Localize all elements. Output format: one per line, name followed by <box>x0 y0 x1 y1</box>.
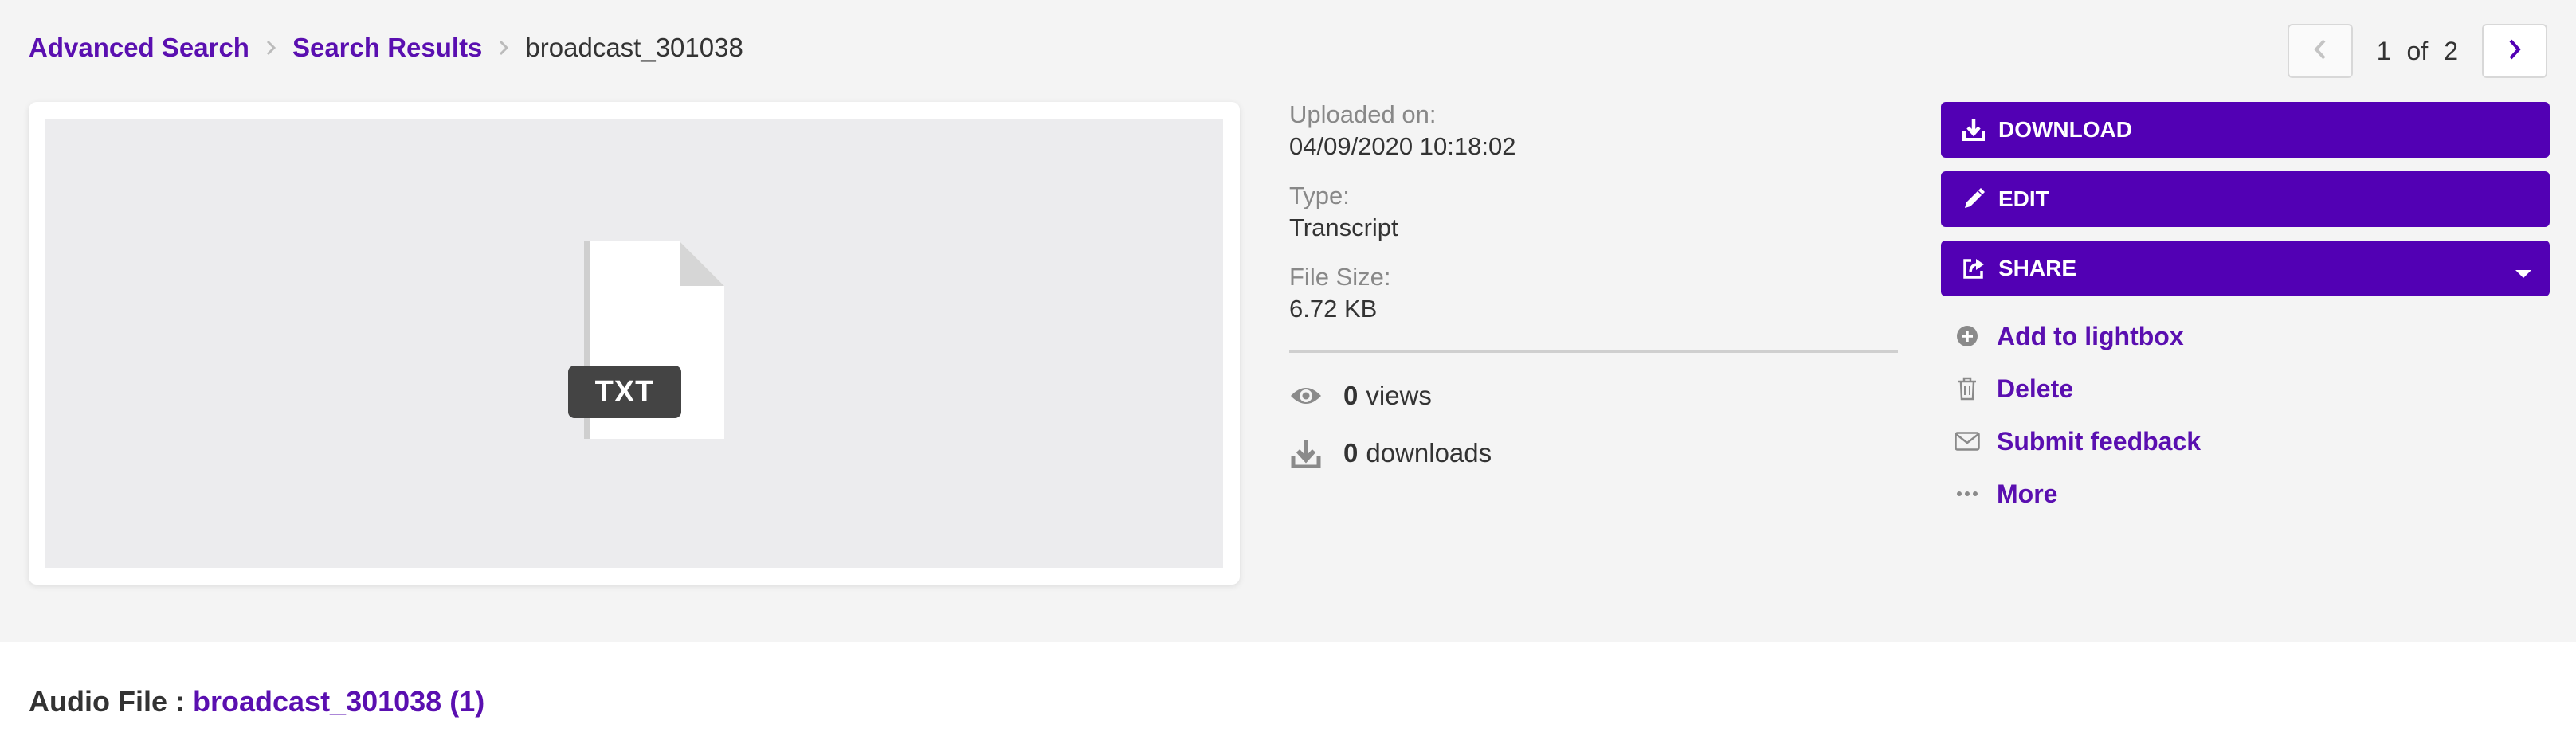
more-link[interactable]: More <box>1941 468 2550 520</box>
page-indicator: 1 of 2 <box>2353 37 2482 66</box>
preview-card: TXT <box>29 102 1240 585</box>
submit-feedback-link[interactable]: Submit feedback <box>1941 415 2550 468</box>
more-label: More <box>1997 479 2058 508</box>
submit-feedback-label: Submit feedback <box>1997 426 2202 456</box>
file-metadata: Uploaded on: 04/09/2020 10:18:02 Type: T… <box>1289 99 1898 343</box>
page-of: of <box>2406 36 2429 65</box>
eye-icon <box>1289 379 1323 413</box>
download-button[interactable]: DOWNLOAD <box>1941 102 2550 158</box>
breadcrumb: Advanced Search Search Results broadcast… <box>29 24 743 72</box>
page-current: 1 <box>2376 36 2391 65</box>
top-bar: Advanced Search Search Results broadcast… <box>29 24 2547 78</box>
downloads-stat: 0 downloads <box>1289 436 1492 470</box>
file-size-value: 6.72 KB <box>1289 295 1378 323</box>
download-icon <box>1960 116 1987 143</box>
chevron-right-icon <box>2507 38 2522 65</box>
delete-label: Delete <box>1997 374 2074 403</box>
views-stat: 0 views <box>1289 379 1432 413</box>
chevron-right-icon <box>482 24 525 72</box>
related-audio-file: Audio File : broadcast_301038 (1) <box>29 685 484 718</box>
edit-button[interactable]: EDIT <box>1941 171 2550 227</box>
breadcrumb-current: broadcast_301038 <box>525 33 743 62</box>
actions-panel: DOWNLOAD EDIT SHARE Add to lightbox Dele… <box>1941 102 2550 520</box>
add-to-lightbox-label: Add to lightbox <box>1997 321 2184 350</box>
file-type-badge: TXT <box>568 366 681 418</box>
pager: 1 of 2 <box>2287 24 2547 78</box>
related-files-section: Audio File : broadcast_301038 (1) <box>0 642 2576 732</box>
audio-file-link[interactable]: broadcast_301038 (1) <box>193 685 484 718</box>
trash-icon <box>1954 375 1981 402</box>
envelope-icon <box>1954 428 1981 455</box>
previous-page-button[interactable] <box>2287 24 2353 78</box>
audio-file-label: Audio File : <box>29 685 185 718</box>
divider <box>1289 350 1898 353</box>
views-count: 0 <box>1343 381 1359 410</box>
uploaded-value: 04/09/2020 10:18:02 <box>1289 132 1516 160</box>
chevron-right-icon <box>249 24 292 72</box>
file-preview[interactable]: TXT <box>45 119 1223 568</box>
downloads-label: downloads <box>1366 438 1492 468</box>
type-value: Transcript <box>1289 213 1398 241</box>
share-button[interactable]: SHARE <box>1941 241 2550 296</box>
next-page-button[interactable] <box>2482 24 2547 78</box>
add-to-lightbox-link[interactable]: Add to lightbox <box>1941 310 2550 362</box>
file-size-label: File Size: <box>1289 263 1391 291</box>
uploaded-label: Uploaded on: <box>1289 100 1437 128</box>
caret-down-icon[interactable] <box>2515 260 2532 285</box>
download-label: DOWNLOAD <box>1998 117 2132 142</box>
breadcrumb-search-results[interactable]: Search Results <box>292 33 482 63</box>
chevron-left-icon <box>2313 38 2327 65</box>
pencil-icon <box>1960 186 1987 213</box>
share-icon <box>1960 255 1987 282</box>
plus-circle-icon <box>1954 323 1981 350</box>
share-label: SHARE <box>1998 256 2077 280</box>
views-label: views <box>1366 381 1432 410</box>
page-total: 2 <box>2444 36 2458 65</box>
downloads-count: 0 <box>1343 438 1359 468</box>
delete-link[interactable]: Delete <box>1941 362 2550 415</box>
breadcrumb-advanced-search[interactable]: Advanced Search <box>29 33 249 63</box>
edit-label: EDIT <box>1998 186 2049 211</box>
download-icon <box>1289 436 1323 470</box>
ellipsis-icon <box>1954 480 1981 507</box>
document-icon: TXT <box>568 238 727 445</box>
type-label: Type: <box>1289 182 1350 209</box>
